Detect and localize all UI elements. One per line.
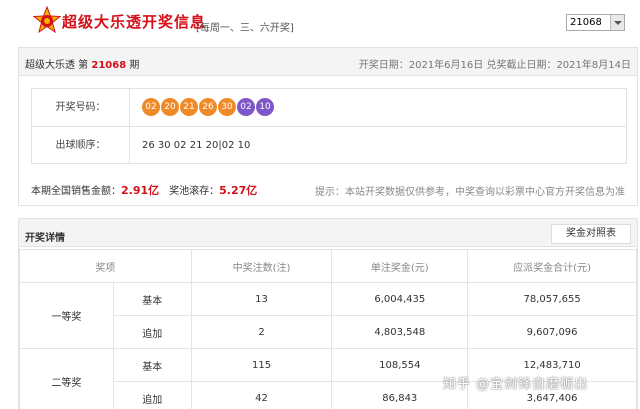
header-winner-count: 中奖注数(注): [190, 249, 333, 283]
issue-title-suffix: 期: [129, 60, 140, 71]
prize-table-header: 奖项 中奖注数(注) 单注奖金(元) 应派奖金合计(元): [19, 249, 637, 283]
prize-level-name: 二等奖: [19, 348, 114, 409]
ball-order-value: 26 30 02 21 20|02 10: [142, 140, 251, 151]
header-total-prize: 应派奖金合计(元): [467, 249, 637, 283]
page-header: 超级大乐透开奖信息 [每周一、三、六开奖] 21068: [0, 0, 640, 44]
draw-dates: 开奖日期：2021年6月16日 兑奖截止日期：2021年8月14日: [358, 60, 631, 71]
app-title: 超级大乐透开奖信息: [62, 13, 207, 31]
issue-select-value: 21068: [570, 17, 602, 28]
draw-summary-panel: 超级大乐透 第 21068 期 开奖日期：2021年6月16日 兑奖截止日期：2…: [18, 47, 638, 206]
unit-prize: 6,004,435: [331, 282, 469, 316]
total-prize: 78,057,655: [467, 282, 637, 316]
pool-label: 奖池滚存：: [169, 186, 220, 197]
winner-count: 42: [190, 381, 333, 409]
pool-value: 5.27亿: [219, 184, 258, 197]
total-prize: 9,607,096: [467, 315, 637, 349]
red-ball: 30: [218, 98, 236, 116]
winning-numbers-row: 开奖号码： 02 20 21 26 30 02 10: [32, 89, 626, 127]
red-ball: 02: [142, 98, 160, 116]
summary-title-bar: 超级大乐透 第 21068 期 开奖日期：2021年6月16日 兑奖截止日期：2…: [19, 48, 637, 76]
unit-prize: 4,803,548: [331, 315, 469, 349]
winner-count: 2: [190, 315, 333, 349]
winner-count: 115: [190, 348, 333, 382]
bet-type: 追加: [112, 315, 192, 349]
red-ball: 26: [199, 98, 217, 116]
bet-type: 追加: [112, 381, 192, 409]
sales-info: 本期全国销售金额：2.91亿 奖池滚存：5.27亿: [31, 182, 257, 198]
blue-ball: 02: [237, 98, 255, 116]
ball-order-row: 出球顺序： 26 30 02 21 20|02 10: [32, 127, 626, 164]
detail-title-bar: 开奖详情 奖金对照表: [19, 219, 637, 247]
header-prize-level: 奖项: [19, 249, 192, 283]
zhihu-watermark: 知乎 @宝剑锋自磨砺出: [443, 377, 589, 392]
winner-count: 13: [190, 282, 333, 316]
table-row: 一等奖 基本 13 6,004,435 78,057,655: [19, 282, 637, 349]
blue-ball: 10: [256, 98, 274, 116]
bet-type: 基本: [112, 282, 192, 316]
lottery-logo-icon: [32, 6, 62, 34]
winning-numbers-label: 开奖号码：: [32, 89, 130, 126]
chevron-down-icon[interactable]: [610, 15, 624, 30]
winning-balls: 02 20 21 26 30 02 10: [142, 98, 275, 116]
ball-order-label: 出球顺序：: [32, 127, 130, 164]
detail-title: 开奖详情: [25, 233, 65, 244]
draw-numbers-box: 开奖号码： 02 20 21 26 30 02 10 出球顺序： 26 30 02 21 2…: [31, 88, 627, 164]
issue-title-prefix: 超级大乐透 第: [25, 60, 89, 71]
bet-type: 基本: [112, 348, 192, 382]
red-ball: 21: [180, 98, 198, 116]
issue-number: 21068: [91, 60, 127, 71]
sales-value: 2.91亿: [121, 184, 160, 197]
prize-level-name: 一等奖: [19, 282, 114, 349]
red-ball: 20: [161, 98, 179, 116]
header-unit-prize: 单注奖金(元): [331, 249, 469, 283]
draw-schedule: [每周一、三、六开奖]: [196, 23, 294, 34]
issue-title: 超级大乐透 第 21068 期: [25, 56, 139, 71]
prize-compare-button[interactable]: 奖金对照表: [551, 224, 631, 244]
disclaimer-tip: 提示：本站开奖数据仅供参考，中奖查询以彩票中心官方开奖信息为准: [315, 187, 625, 198]
issue-select[interactable]: 21068: [566, 14, 625, 31]
sales-label: 本期全国销售金额：: [31, 186, 121, 197]
